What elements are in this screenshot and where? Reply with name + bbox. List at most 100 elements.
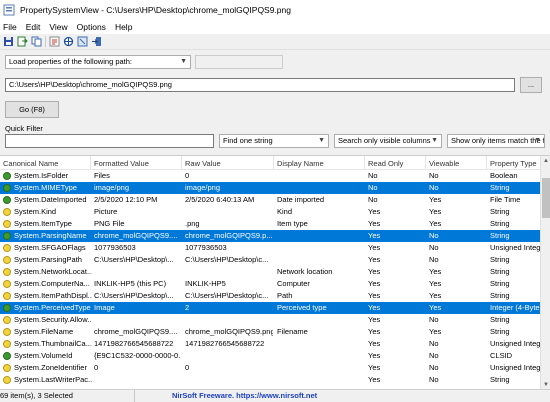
table-row[interactable]: System.Security.Allow... Yes No String (0, 314, 550, 326)
menu-options[interactable]: Options (77, 22, 106, 32)
load-mode-select[interactable]: Load properties of the following path: ▼ (5, 55, 191, 69)
yellow-dot-icon (3, 280, 11, 288)
filter-mode-select[interactable]: Find one string ▼ (219, 134, 329, 148)
cell-viewable: Yes (429, 195, 442, 204)
cell-read-only: Yes (368, 339, 381, 348)
filter-mode-value: Find one string (223, 136, 273, 145)
cell-property-type: String (490, 219, 510, 228)
cell-property-type: Unsigned Intege (490, 243, 540, 252)
table-row[interactable]: System.MIMEType image/png image/png No No Str… (0, 182, 550, 194)
export-icon[interactable] (17, 36, 28, 47)
list-header: Canonical Name Formatted Value Raw Value… (0, 156, 550, 170)
cell-raw-value: C:\Users\HP\Desktop\c... (185, 255, 269, 264)
cell-property-type: String (490, 183, 510, 192)
cell-display-name: Computer (277, 279, 310, 288)
cell-canonical-name: System.ParsingName (14, 231, 87, 240)
status-item-count: 69 item(s), 3 Selected (0, 390, 135, 402)
cell-read-only: Yes (368, 267, 381, 276)
cell-viewable: No (429, 171, 439, 180)
properties-icon[interactable] (77, 36, 88, 47)
menu-edit[interactable]: Edit (26, 22, 41, 32)
html-report-icon[interactable] (49, 36, 60, 47)
table-row[interactable]: System.PerceivedType Image 2 Perceived type… (0, 302, 550, 314)
menu-file[interactable]: File (3, 22, 17, 32)
table-row[interactable]: System.LastWriterPac... Yes No String (0, 374, 550, 386)
cell-canonical-name: System.ItemType (14, 219, 72, 228)
save-icon[interactable] (3, 36, 14, 47)
cell-viewable: Yes (429, 219, 442, 228)
cell-raw-value: 0 (185, 363, 190, 372)
search-icon[interactable] (63, 36, 74, 47)
load-mode-value: Load properties of the following path: (9, 57, 132, 66)
column-header-canonical-name[interactable]: Canonical Name (3, 159, 58, 168)
cell-viewable: No (429, 363, 439, 372)
cell-property-type: String (490, 255, 510, 264)
menu-view[interactable]: View (49, 22, 67, 32)
column-header-formatted-value[interactable]: Formatted Value (94, 159, 149, 168)
menu-help[interactable]: Help (115, 22, 132, 32)
filter-columns-select[interactable]: Search only visible columns ▼ (334, 134, 442, 148)
column-header-display-name[interactable]: Display Name (277, 159, 324, 168)
cell-formatted-value: 14719827665456887​22 (94, 339, 174, 348)
cell-raw-value: 14719827665456887​22 (185, 339, 265, 348)
cell-viewable: Yes (429, 291, 442, 300)
cell-formatted-value: chrome_molGQIPQS9.... (94, 231, 178, 240)
cell-property-type: Unsigned Intege (490, 363, 540, 372)
filter-match-select[interactable]: Show only items match the f ▼ (447, 134, 545, 148)
go-button[interactable]: Go (F8) (5, 101, 59, 118)
cell-raw-value: 2/5/2020 6:40:13 AM (185, 195, 255, 204)
table-row[interactable]: System.ItemType PNG File .png Item type Yes Y… (0, 218, 550, 230)
table-row[interactable]: System.VolumeId {E9C1C532-0000-0000-0... Y… (0, 350, 550, 362)
cell-canonical-name: System.ZoneIdentifier (14, 363, 87, 372)
cell-formatted-value: 0 (94, 363, 99, 372)
table-row[interactable]: System.SFGAOFlags 1077936503 1077936503 Yes… (0, 242, 550, 254)
nirsoft-link[interactable]: NirSoft Freeware. https://www.nirsoft.ne… (172, 390, 317, 402)
table-row[interactable]: System.Kind Picture Kind Yes Yes String (0, 206, 550, 218)
column-header-read-only[interactable]: Read Only (368, 159, 403, 168)
cell-property-type: CLSID (490, 351, 513, 360)
cell-canonical-name: System.NetworkLocat... (14, 267, 92, 276)
path-input[interactable]: C:\Users\HP\Desktop\chrome_molGQIPQS9.pn… (5, 78, 515, 92)
cell-viewable: No (429, 315, 439, 324)
table-row[interactable]: System.ThumbnailCa... 14719827665456887​2… (0, 338, 550, 350)
scroll-up-icon[interactable]: ▲ (541, 156, 550, 166)
yellow-dot-icon (3, 208, 11, 216)
cell-viewable: No (429, 339, 439, 348)
cell-display-name: Network location (277, 267, 333, 276)
table-row[interactable]: System.ZoneIdentifier 0 0 Yes No Unsigned Int… (0, 362, 550, 374)
vertical-scrollbar[interactable]: ▲ ▼ (540, 156, 550, 389)
table-row[interactable]: System.DateImported 2/5/2020 12:10 PM 2/5/… (0, 194, 550, 206)
column-header-viewable[interactable]: Viewable (429, 159, 459, 168)
yellow-dot-icon (3, 376, 11, 384)
table-row[interactable]: System.ComputerNa... INKLIK-HP5 (this PC)… (0, 278, 550, 290)
cell-read-only: Yes (368, 231, 381, 240)
quick-filter-input[interactable] (5, 134, 214, 148)
table-row[interactable]: System.ParsingName chrome_molGQIPQS9.... c… (0, 230, 550, 242)
status-bar: 69 item(s), 3 Selected NirSoft Freeware.… (0, 389, 550, 402)
table-row[interactable]: System.IsFolder Files 0 No No Boolean (0, 170, 550, 182)
column-header-raw-value[interactable]: Raw Value (185, 159, 221, 168)
cell-formatted-value: PNG File (94, 219, 125, 228)
menu-bar: File Edit View Options Help (0, 20, 550, 34)
yellow-dot-icon (3, 316, 11, 324)
scrollbar-thumb[interactable] (542, 178, 550, 218)
exit-icon[interactable] (91, 36, 102, 47)
column-header-property-type[interactable]: Property Type (490, 159, 537, 168)
copy-icon[interactable] (31, 36, 42, 47)
cell-read-only: Yes (368, 219, 381, 228)
cell-raw-value: INKLIK-HP5 (185, 279, 226, 288)
table-row[interactable]: System.ParsingPath C:\Users\HP\Desktop\..… (0, 254, 550, 266)
chevron-down-icon: ▼ (534, 137, 541, 144)
cell-read-only: Yes (368, 363, 381, 372)
toolbar (0, 34, 550, 50)
table-row[interactable]: System.NetworkLocat... Network location Ye… (0, 266, 550, 278)
table-row[interactable]: System.FileName chrome_molGQIPQS9.... chro… (0, 326, 550, 338)
cell-raw-value: .png (185, 219, 200, 228)
scroll-down-icon[interactable]: ▼ (541, 380, 550, 389)
cell-read-only: Yes (368, 375, 381, 384)
table-row[interactable]: System.ItemPathDispl... C:\Users\HP\Deskt… (0, 290, 550, 302)
toolbar-separator (45, 36, 46, 47)
properties-list[interactable]: Canonical Name Formatted Value Raw Value… (0, 155, 550, 389)
browse-button[interactable]: ... (520, 77, 542, 93)
cell-read-only: Yes (368, 303, 381, 312)
